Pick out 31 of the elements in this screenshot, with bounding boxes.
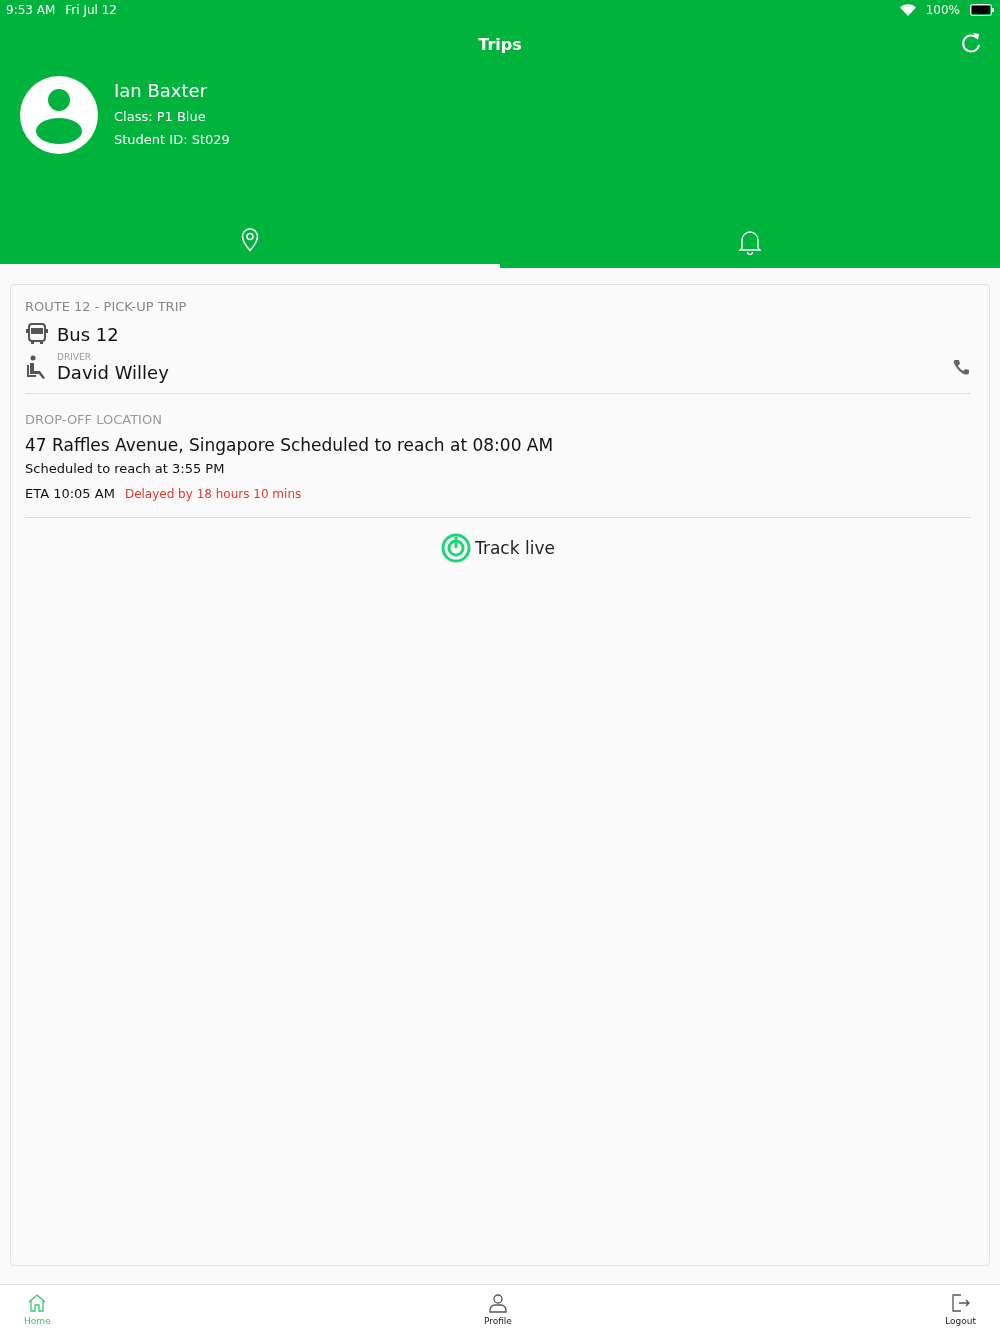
- location-pin-icon: [241, 228, 259, 252]
- refresh-icon[interactable]: [960, 32, 982, 54]
- wifi-icon: [899, 4, 916, 16]
- nav-item[interactable]: Logout: [939, 1285, 982, 1334]
- home-icon: [27, 1293, 48, 1313]
- eta-time: ETA 10:05 AM: [25, 486, 115, 501]
- battery-icon: [970, 4, 994, 16]
- logout-icon: [950, 1293, 971, 1313]
- delay-notice: Delayed by 18 hours 10 mins: [124, 486, 302, 501]
- bus-icon: [25, 322, 49, 346]
- battery-percent: 100%: [925, 3, 960, 17]
- route-title: ROUTE 12 - PICK-UP TRIP: [25, 299, 188, 314]
- bus-name: Bus 12: [57, 323, 119, 345]
- screen-title: Trips: [478, 34, 522, 54]
- status-date: Fri Jul 12: [65, 3, 117, 17]
- phone-icon[interactable]: [953, 358, 971, 377]
- person-icon: [487, 1293, 508, 1313]
- bell-icon: [738, 229, 762, 255]
- avatar-icon: [20, 76, 98, 154]
- scheduled-time: Scheduled to reach at 3:55 PM: [25, 461, 226, 476]
- student-class: Class: P1 Blue: [114, 109, 207, 124]
- nav-item[interactable]: Profile: [477, 1285, 518, 1334]
- student-id: Student ID: St029: [114, 132, 230, 147]
- driver-name: David Willey: [57, 362, 170, 383]
- dropoff-label: DROP-OFF LOCATION: [25, 412, 163, 427]
- dropoff-address: 47 Raffles Avenue, Singapore Scheduled to reach at 08:00 AM: [25, 435, 555, 455]
- driver-label: DRIVER: [57, 352, 92, 362]
- student-name: Ian Baxter: [114, 80, 209, 101]
- radar-icon: [441, 533, 472, 563]
- status-time: 9:53 AM: [6, 3, 56, 17]
- track-live-button[interactable]: Track live: [435, 532, 561, 564]
